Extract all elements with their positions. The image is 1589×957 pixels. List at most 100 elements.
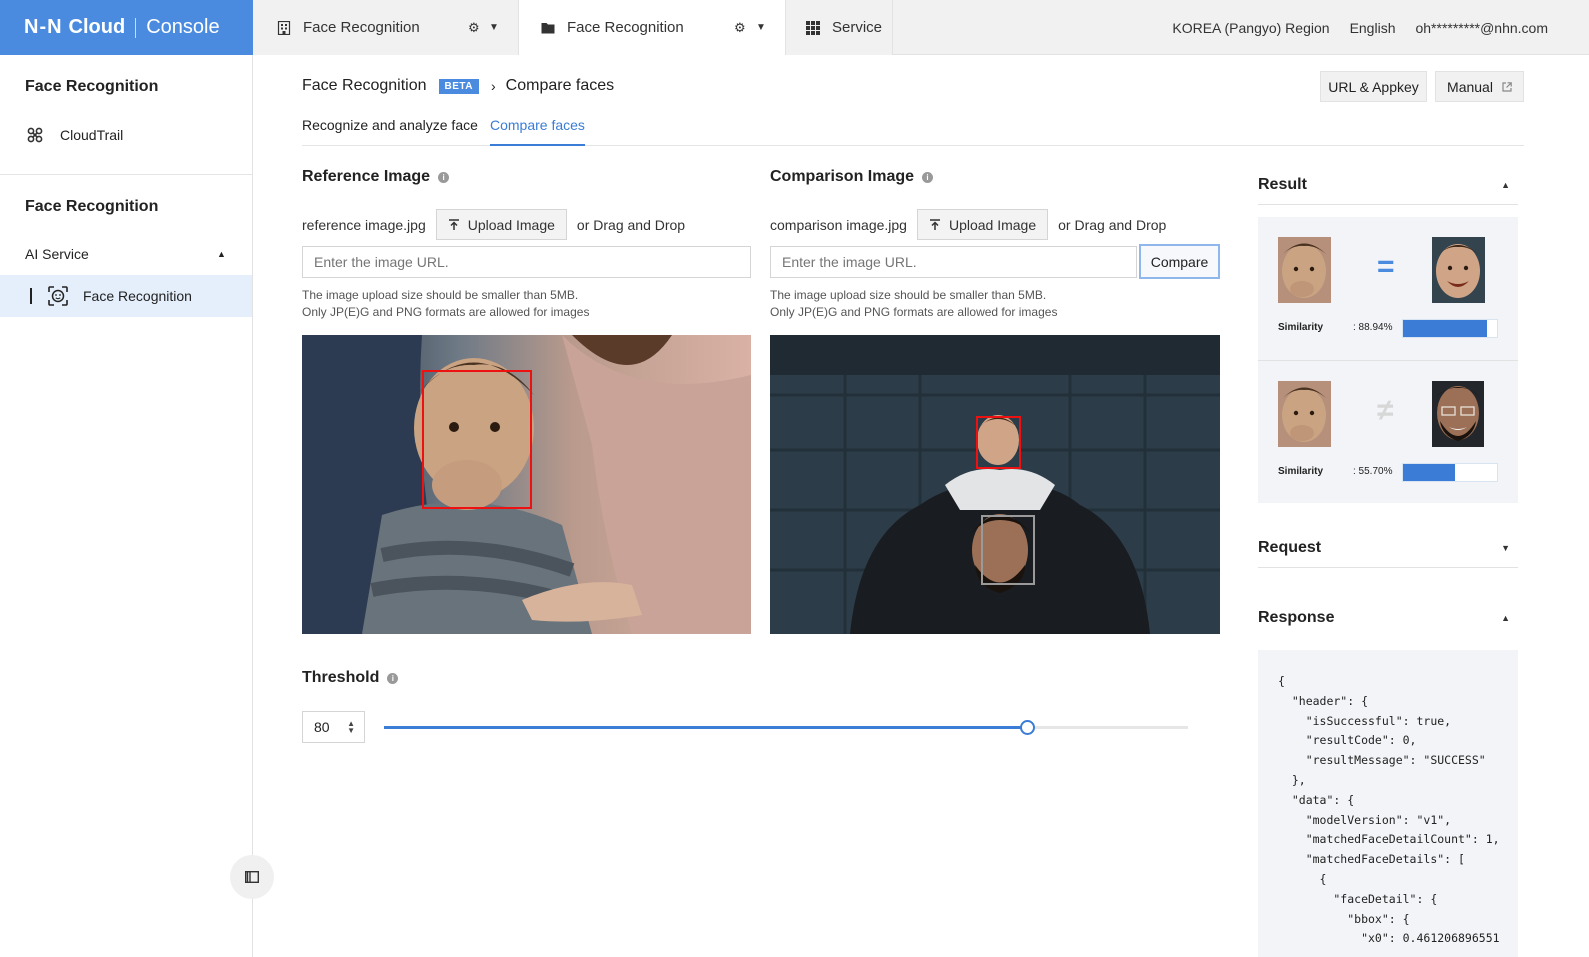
comparison-face-thumbnail [1432,381,1484,447]
comparison-upload-button[interactable]: Upload Image [916,209,1049,240]
response-section-header[interactable]: Response ▲ [1258,598,1518,638]
result-title: Result [1258,175,1307,193]
request-title: Request [1258,538,1322,556]
account-menu[interactable]: oh*********@nhn.com [1415,20,1548,36]
tab-project[interactable]: Face Recognition ⚙ ▼ [519,0,786,55]
tab-service-label: Service [832,19,883,36]
face-scan-icon [48,286,68,306]
upload-label: Upload Image [467,216,555,233]
page-title: Compare faces [505,77,615,94]
language-selector[interactable]: English [1350,20,1396,36]
cloudtrail-icon [27,127,43,143]
similarity-bar-fill [1403,464,1456,481]
info-icon[interactable]: i [387,672,399,684]
sidebar-item-cloudtrail[interactable]: CloudTrail [0,115,252,155]
reference-filename: reference image.jpg [302,216,426,233]
threshold-number-input[interactable]: 80 ▲ ▼ [302,711,365,743]
similarity-label: Similarity [1278,322,1324,333]
similarity-value: : 55.70% [1353,466,1393,477]
compare-button[interactable]: Compare [1139,244,1220,279]
breadcrumb-service[interactable]: Face Recognition [302,77,427,95]
result-row: ≠ Similarity : 55.70% [1258,360,1518,503]
sidebar-item-label: Face Recognition [83,288,192,304]
sidebar-group-label: AI Service [25,246,89,262]
info-icon[interactable]: i [438,171,450,183]
threshold-title: Threshold i [302,669,399,687]
info-icon[interactable]: i [922,171,934,183]
reference-url-input[interactable] [302,246,751,278]
url-appkey-label: URL & Appkey [1328,78,1419,95]
main-content: Face Recognition BETA › Compare faces UR… [253,55,1589,957]
console-logo[interactable]: N-N Cloud Console [0,0,253,55]
gear-icon[interactable]: ⚙ [468,20,480,36]
comparison-url-input[interactable] [770,246,1137,278]
sidebar-service-title: Face Recognition [25,198,159,215]
sidebar-group-ai-service[interactable]: AI Service ▲ [0,234,252,274]
sidebar-item-face-recognition[interactable]: Face Recognition [0,275,252,317]
grid-icon [806,20,820,35]
similarity-bar [1402,319,1498,338]
upload-icon [929,218,940,230]
reference-hint: The image upload size should be smaller … [302,287,589,321]
tab-organization[interactable]: Face Recognition ⚙ ▼ [253,0,519,55]
chevron-down-icon[interactable]: ▼ [756,22,766,33]
result-row: = Similarity : 88.94% [1258,217,1518,360]
reference-image-title: Reference Image i [302,168,450,186]
result-section-header[interactable]: Result ▲ [1258,165,1518,205]
drag-drop-label: or Drag and Drop [1058,216,1167,233]
response-title: Response [1258,609,1335,626]
slider-handle[interactable] [1020,720,1036,735]
manual-button[interactable]: Manual [1435,71,1524,102]
reference-upload-row: reference image.jpg Upload Image or Drag… [302,209,685,240]
drag-drop-label: or Drag and Drop [576,216,686,233]
external-link-icon [1502,81,1512,92]
caret-down-icon: ▼ [1501,542,1510,553]
reference-title-text: Reference Image [302,168,431,185]
logo-console-text: Console [146,16,220,38]
spinner-icon[interactable]: ▲ ▼ [347,720,355,735]
caret-up-icon: ▲ [1501,179,1510,190]
hint-size: The image upload size should be smaller … [302,288,579,302]
active-indicator [30,288,32,304]
breadcrumb: Face Recognition BETA › Compare faces [302,77,614,95]
reference-image-preview [302,335,751,634]
response-json: { "header": { "isSuccessful": true, "res… [1278,674,1500,946]
tab-project-label: Face Recognition [567,19,684,36]
match-equals-icon: = [1377,250,1395,283]
building-icon [277,20,291,35]
region-selector[interactable]: KOREA (Pangyo) Region [1172,20,1329,36]
hint-format: Only JP(E)G and PNG formats are allowed … [302,305,590,319]
response-json-viewer[interactable]: { "header": { "isSuccessful": true, "res… [1258,650,1518,957]
face-bounding-box [422,370,532,509]
gear-icon[interactable]: ⚙ [734,20,746,36]
slider-fill [384,726,1028,729]
beta-badge: BETA [438,78,479,94]
face-bounding-box-unmatched [981,515,1035,585]
sidebar-project-title: Face Recognition [25,78,159,95]
reference-upload-button[interactable]: Upload Image [435,209,567,240]
sidebar-collapse-button[interactable] [230,855,274,899]
similarity-bar-fill [1403,320,1487,337]
comparison-filename: comparison image.jpg [770,216,907,233]
folder-icon [541,22,555,33]
request-section-header[interactable]: Request ▼ [1258,528,1518,568]
tab-service[interactable]: Service [786,0,893,55]
url-appkey-button[interactable]: URL & Appkey [1320,71,1427,102]
upload-label: Upload Image [948,216,1037,233]
threshold-slider[interactable] [384,720,1188,735]
similarity-bar [1402,463,1498,482]
tab-compare-faces[interactable]: Compare faces [490,117,585,146]
hint-format: Only JP(E)G and PNG formats are allowed … [770,305,1058,319]
chevron-down-icon[interactable]: ▼ [489,22,499,33]
tab-recognize-analyze[interactable]: Recognize and analyze face [302,117,478,146]
comparison-face-thumbnail [1432,237,1485,303]
caret-up-icon: ▲ [1501,613,1510,623]
upload-icon [448,218,459,230]
tab-organization-label: Face Recognition [303,19,420,36]
comparison-photo [770,335,1220,634]
comparison-title-text: Comparison Image [770,168,915,185]
result-panel: = Similarity : 88.94% ≠ Similarity: 55.… [1258,217,1518,503]
nhn-logo-mark: N-N [24,16,63,38]
sidebar-divider [0,174,252,175]
sidebar: Face Recognition CloudTrail Face Recogni… [0,55,253,957]
